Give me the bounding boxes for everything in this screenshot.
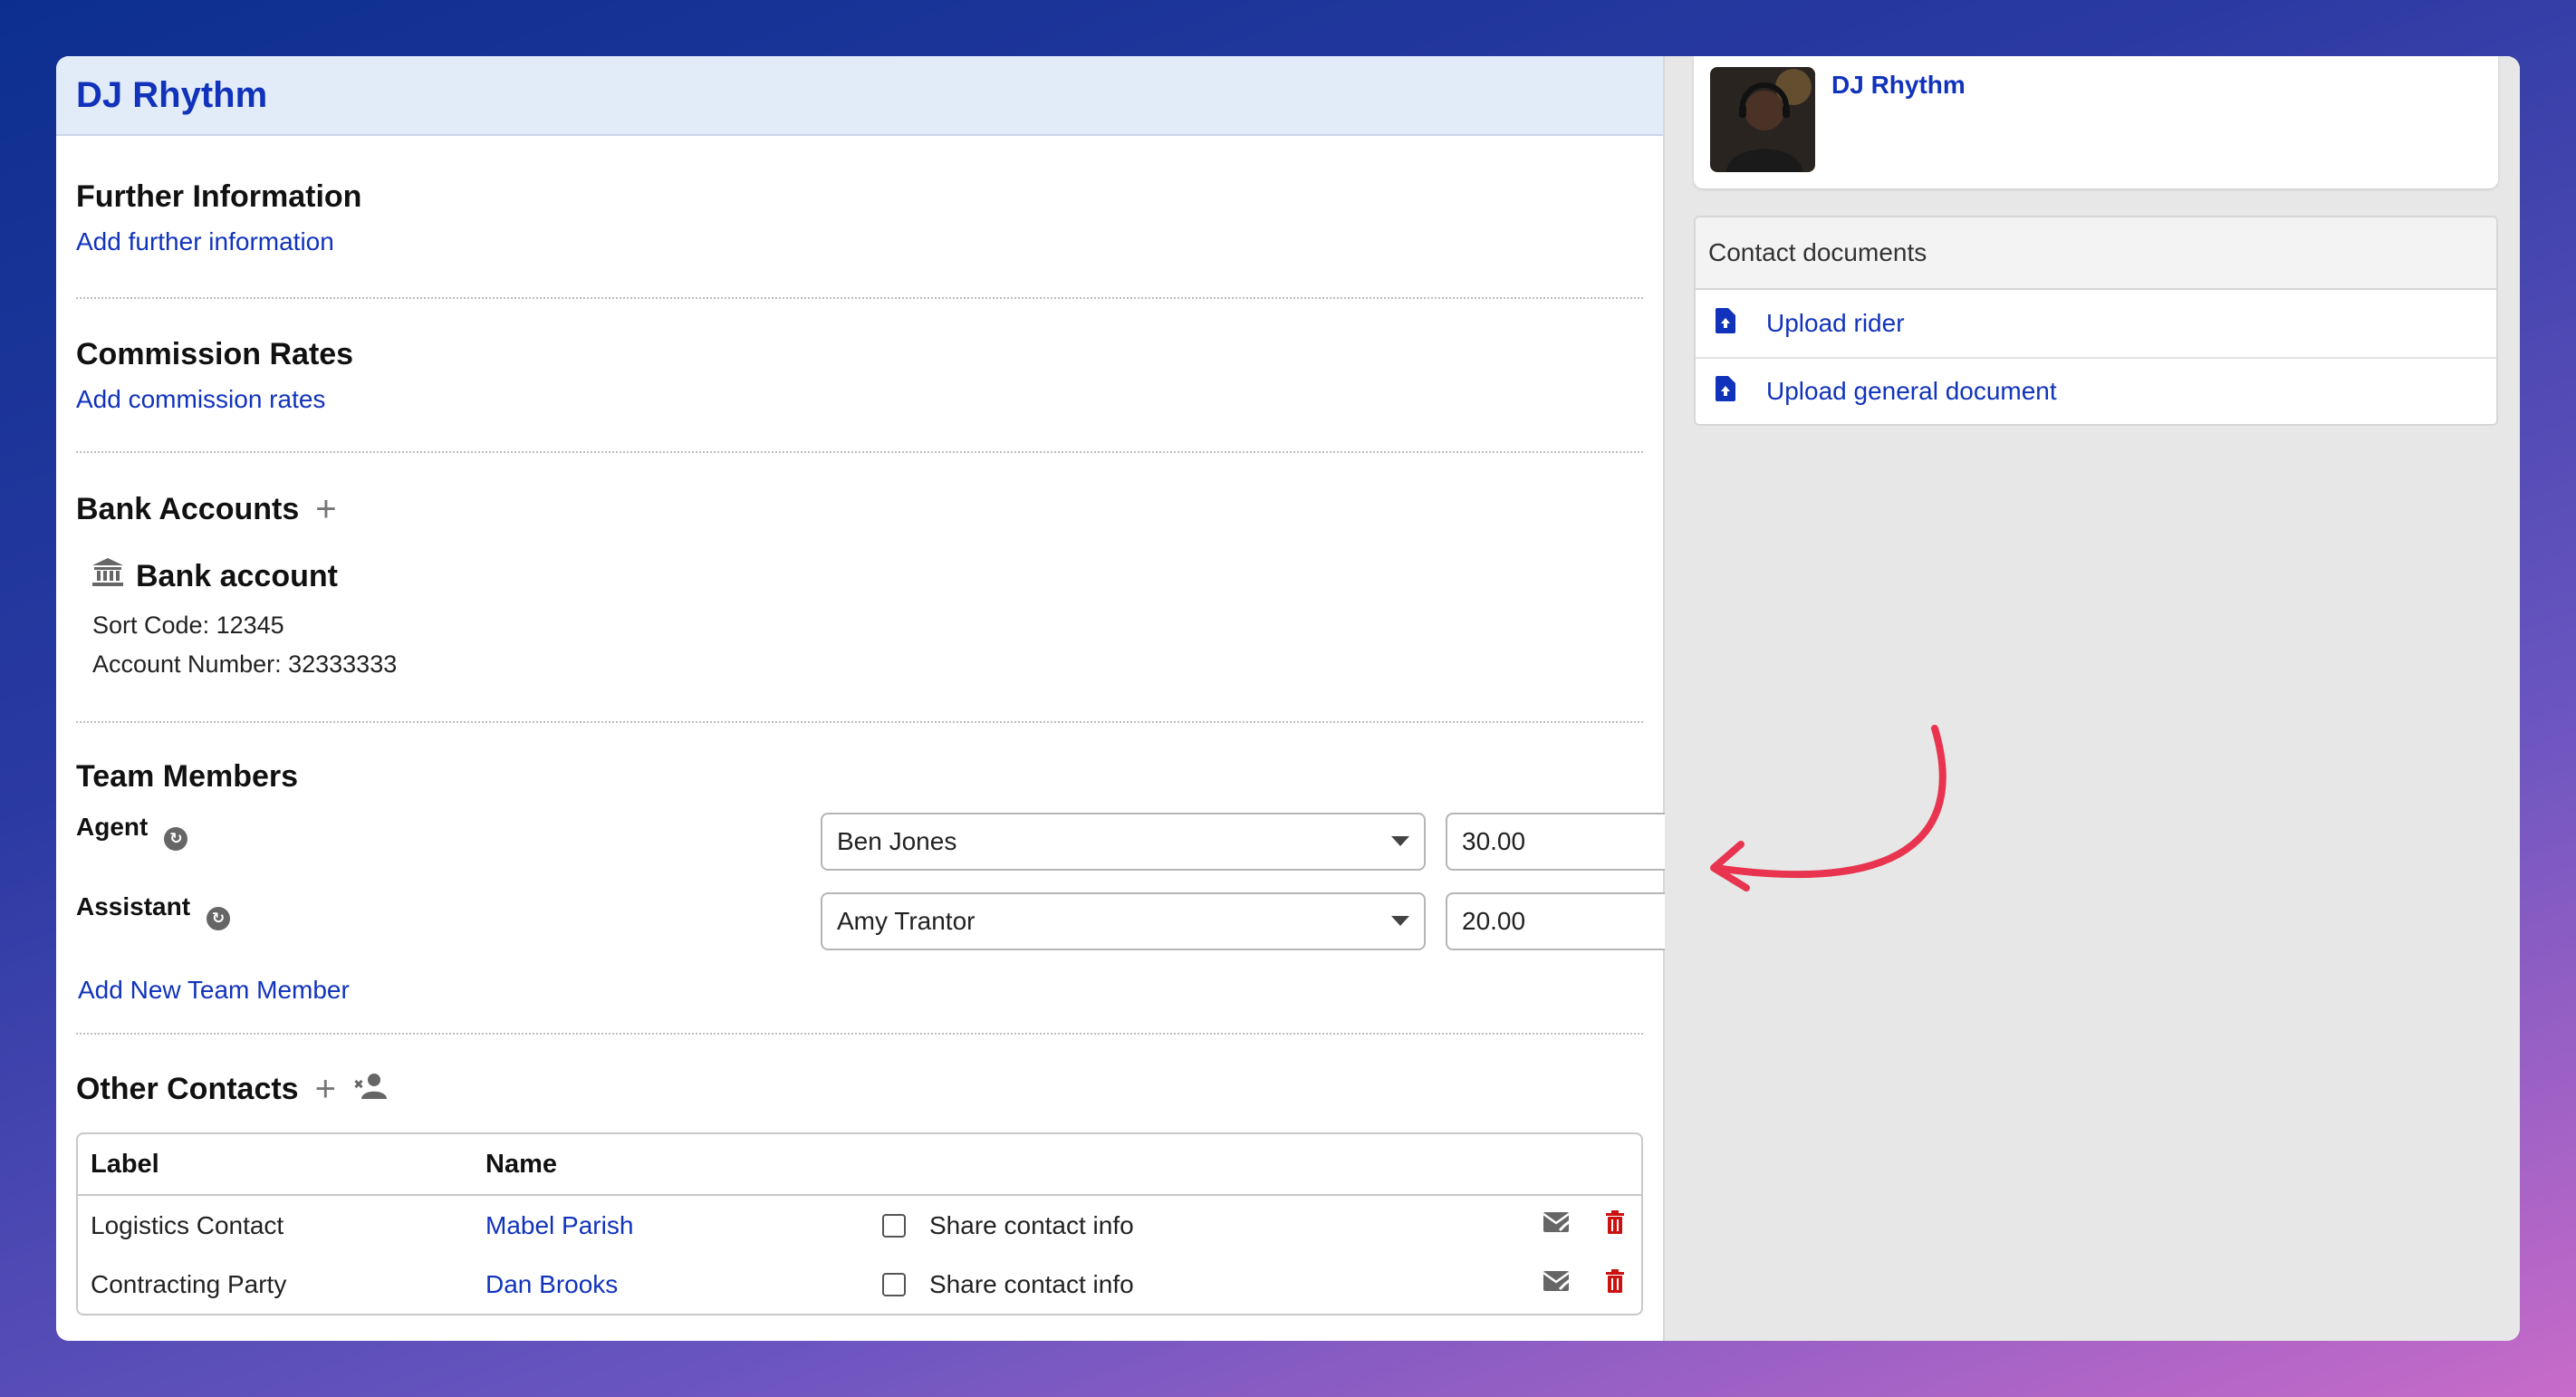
- mail-icon[interactable]: [1543, 1210, 1573, 1240]
- table-row: Contracting Party Dan Brooks Share conta…: [78, 1255, 1641, 1314]
- team-member-rate: 30.00: [1462, 827, 1526, 855]
- team-members-title: Team Members: [76, 759, 299, 794]
- trash-icon[interactable]: [1605, 1269, 1625, 1299]
- sync-icon[interactable]: ↻: [207, 907, 231, 930]
- name-column-header: Name: [485, 1149, 557, 1179]
- share-contact-checkbox[interactable]: [882, 1272, 906, 1296]
- file-upload-icon: [1716, 307, 1735, 340]
- table-row: Logistics Contact Mabel Parish Share con…: [78, 1196, 1641, 1255]
- bank-section: Bank Accounts + Bank account Sort Code: …: [76, 453, 1643, 723]
- bank-accounts-header: Bank Accounts +: [76, 491, 1643, 527]
- upload-general-document-item[interactable]: Upload general document: [1696, 357, 2496, 424]
- other-contacts-header: Other Contacts +: [76, 1071, 1643, 1107]
- contact-label: Logistics Contact: [91, 1210, 284, 1239]
- add-person-icon[interactable]: [352, 1072, 389, 1107]
- contact-window: DJ Rhythm Further Information Add furthe…: [56, 56, 2520, 1341]
- team-member-name: Amy Trantor: [837, 907, 976, 935]
- chevron-down-icon: [1391, 836, 1409, 846]
- add-further-info-link[interactable]: Add further information: [76, 227, 1643, 256]
- add-team-member-link[interactable]: Add New Team Member: [76, 976, 1643, 1005]
- bank-account-title: Bank account: [136, 559, 338, 593]
- profile-card: DJ Rhythm: [1694, 56, 2498, 188]
- bank-account-heading: Bank account: [92, 558, 1643, 595]
- main-panel: DJ Rhythm Further Information Add furthe…: [56, 56, 1719, 1341]
- team-member-name: Ben Jones: [837, 827, 957, 855]
- team-member-row: Agent ↻ Ben Jones 30.00: [76, 813, 1719, 892]
- share-contact-label: Share contact info: [929, 1210, 1134, 1239]
- table-header: Label Name: [78, 1134, 1641, 1196]
- commission-title: Commission Rates: [76, 337, 354, 371]
- contact-label: Contracting Party: [91, 1269, 287, 1298]
- add-commission-link[interactable]: Add commission rates: [76, 385, 1643, 414]
- other-contacts-section: Other Contacts + Label Name Logistics Co…: [76, 1035, 1643, 1315]
- upload-rider-item[interactable]: Upload rider: [1696, 290, 2496, 357]
- sync-icon[interactable]: ↻: [164, 827, 188, 851]
- further-info-section: Further Information Add further informat…: [76, 136, 1643, 299]
- team-member-row: Assistant ↻ Amy Trantor 20.00: [76, 892, 1719, 972]
- account-number: Account Number: 32333333: [92, 650, 398, 678]
- commission-section: Commission Rates Add commission rates: [76, 299, 1643, 453]
- contact-documents-card: Contact documents Upload rider Upload ge…: [1694, 216, 2498, 426]
- mail-icon[interactable]: [1543, 1269, 1573, 1299]
- bank-icon: [92, 558, 123, 595]
- share-contact-checkbox[interactable]: [882, 1213, 906, 1238]
- file-upload-icon: [1716, 375, 1735, 408]
- upload-general-document-label: Upload general document: [1766, 377, 2057, 405]
- other-contacts-table: Label Name Logistics Contact Mabel Paris…: [76, 1132, 1643, 1315]
- sort-code: Sort Code: 12345: [92, 612, 284, 639]
- team-member-select[interactable]: Amy Trantor: [821, 892, 1426, 950]
- add-contact-icon[interactable]: +: [315, 1071, 336, 1107]
- sidebar-panel: DJ Rhythm Contact documents Upload rider…: [1665, 56, 2520, 1341]
- bank-accounts-title: Bank Accounts: [76, 491, 300, 526]
- title-bar: DJ Rhythm: [56, 56, 1663, 136]
- trash-icon[interactable]: [1605, 1210, 1625, 1240]
- other-contacts-title: Other Contacts: [76, 1071, 299, 1106]
- profile-name[interactable]: DJ Rhythm: [1831, 71, 1966, 100]
- team-member-rate: 20.00: [1462, 907, 1526, 935]
- team-member-role: Assistant: [76, 892, 191, 920]
- chevron-down-icon: [1391, 916, 1409, 926]
- team-member-role: Agent: [76, 813, 149, 841]
- contact-name-link[interactable]: Dan Brooks: [485, 1270, 618, 1299]
- annotation-arrow-icon: [1710, 725, 1946, 891]
- avatar: [1710, 67, 1815, 172]
- further-info-title: Further Information: [76, 179, 362, 214]
- add-bank-account-icon[interactable]: +: [315, 491, 336, 527]
- team-section: Team Members Agent ↻ Ben Jones 30.00 Ass…: [76, 723, 1719, 1035]
- upload-rider-label: Upload rider: [1766, 309, 1905, 337]
- page-title: DJ Rhythm: [76, 74, 268, 115]
- contact-documents-title: Contact documents: [1696, 217, 2496, 290]
- team-member-select[interactable]: Ben Jones: [821, 813, 1426, 871]
- label-column-header: Label: [91, 1149, 159, 1179]
- contact-name-link[interactable]: Mabel Parish: [485, 1211, 633, 1240]
- share-contact-label: Share contact info: [929, 1269, 1134, 1298]
